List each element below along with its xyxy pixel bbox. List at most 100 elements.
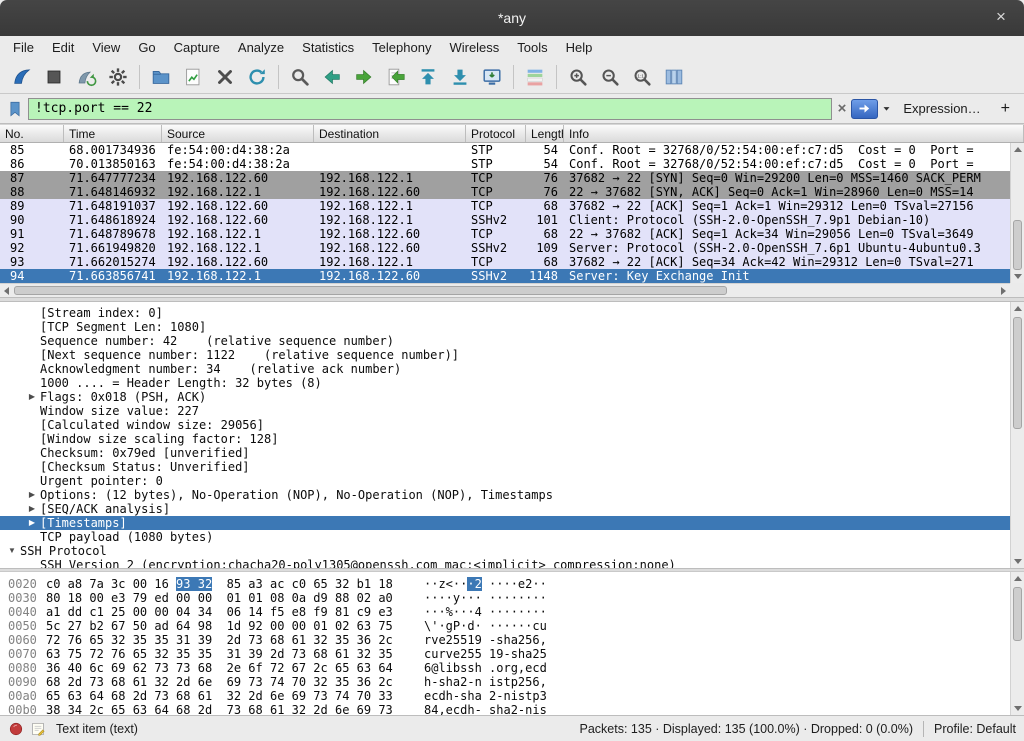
go-forward-button[interactable]: [348, 63, 380, 91]
detail-line[interactable]: [Window size scaling factor: 128]: [0, 432, 1010, 446]
go-to-packet-button[interactable]: [380, 63, 412, 91]
detail-line[interactable]: [Next sequence number: 1122 (relative se…: [0, 348, 1010, 362]
scroll-down-arrow[interactable]: [1011, 555, 1024, 568]
hex-ascii[interactable]: ····y··· ········: [424, 591, 547, 605]
hex-row[interactable]: 003080 18 00 e3 79 ed 00 00 01 01 08 0a …: [0, 591, 1010, 605]
menu-item-go[interactable]: Go: [129, 36, 164, 60]
colorize-packets-button[interactable]: [519, 63, 551, 91]
go-bottom-button[interactable]: [444, 63, 476, 91]
hex-ascii[interactable]: h-sha2-n istp256,: [424, 675, 547, 689]
detail-line[interactable]: [Calculated window size: 29056]: [0, 418, 1010, 432]
packet-row[interactable]: 9471.663856741192.168.122.1192.168.122.6…: [0, 269, 1010, 283]
hex-bytes[interactable]: 5c 27 b2 67 50 ad 64 98 1d 92 00 00 01 0…: [46, 619, 406, 633]
hex-row[interactable]: 008036 40 6c 69 62 73 73 68 2e 6f 72 67 …: [0, 661, 1010, 675]
hex-ascii[interactable]: rve25519 -sha256,: [424, 633, 547, 647]
detail-line[interactable]: Acknowledgment number: 34 (relative ack …: [0, 362, 1010, 376]
column-header-time[interactable]: Time: [64, 125, 162, 142]
zoom-out-button[interactable]: [594, 63, 626, 91]
close-file-button[interactable]: [209, 63, 241, 91]
expander-icon[interactable]: ▶: [24, 390, 40, 404]
packet-row[interactable]: 9371.662015274192.168.122.60192.168.122.…: [0, 255, 1010, 269]
hex-bytes[interactable]: a1 dd c1 25 00 00 04 34 06 14 f5 e8 f9 8…: [46, 605, 406, 619]
detail-line[interactable]: SSH Version 2 (encryption:chacha20-poly1…: [0, 558, 1010, 568]
hex-bytes[interactable]: 72 76 65 32 35 35 31 39 2d 73 68 61 32 3…: [46, 633, 406, 647]
menu-item-capture[interactable]: Capture: [165, 36, 229, 60]
scroll-down-arrow[interactable]: [1011, 270, 1024, 283]
detail-line[interactable]: ▼SSH Protocol: [0, 544, 1010, 558]
expander-icon[interactable]: ▶: [24, 502, 40, 516]
hex-bytes[interactable]: 68 2d 73 68 61 32 2d 6e 69 73 74 70 32 3…: [46, 675, 406, 689]
packet-list-vscrollbar[interactable]: [1010, 143, 1024, 283]
detail-line[interactable]: ▶[SEQ/ACK analysis]: [0, 502, 1010, 516]
hex-bytes[interactable]: 63 75 72 76 65 32 35 35 31 39 2d 73 68 6…: [46, 647, 406, 661]
resize-columns-button[interactable]: [658, 63, 690, 91]
detail-line[interactable]: Sequence number: 42 (relative sequence n…: [0, 334, 1010, 348]
zoom-in-button[interactable]: [562, 63, 594, 91]
detail-line[interactable]: [Checksum Status: Unverified]: [0, 460, 1010, 474]
packet-row[interactable]: 9271.661949820192.168.122.1192.168.122.6…: [0, 241, 1010, 255]
restart-capture-button[interactable]: [70, 63, 102, 91]
detail-line[interactable]: [TCP Segment Len: 1080]: [0, 320, 1010, 334]
detail-line[interactable]: Urgent pointer: 0: [0, 474, 1010, 488]
expander-icon[interactable]: ▼: [4, 544, 20, 558]
hex-row[interactable]: 009068 2d 73 68 61 32 2d 6e 69 73 74 70 …: [0, 675, 1010, 689]
detail-line[interactable]: ▶Flags: 0x018 (PSH, ACK): [0, 390, 1010, 404]
hex-bytes[interactable]: 36 40 6c 69 62 73 73 68 2e 6f 72 67 2c 6…: [46, 661, 406, 675]
capture-options-button[interactable]: [102, 63, 134, 91]
detail-line[interactable]: [Stream index: 0]: [0, 306, 1010, 320]
scroll-up-arrow[interactable]: [1011, 572, 1024, 585]
column-header-source[interactable]: Source: [162, 125, 314, 142]
detail-vscrollbar[interactable]: [1010, 302, 1024, 568]
stop-capture-button[interactable]: [38, 63, 70, 91]
hex-ascii[interactable]: ecdh-sha 2-nistp3: [424, 689, 547, 703]
hex-ascii[interactable]: 6@libssh .org,ecd: [424, 661, 547, 675]
expression-button[interactable]: Expression…: [903, 101, 980, 116]
detail-line[interactable]: Window size value: 227: [0, 404, 1010, 418]
column-header-no[interactable]: No.: [0, 125, 64, 142]
auto-scroll-button[interactable]: [476, 63, 508, 91]
menu-item-telephony[interactable]: Telephony: [363, 36, 440, 60]
detail-line[interactable]: ▶Options: (12 bytes), No-Operation (NOP)…: [0, 488, 1010, 502]
zoom-original-button[interactable]: 1:1: [626, 63, 658, 91]
expander-icon[interactable]: ▶: [24, 488, 40, 502]
scroll-left-arrow[interactable]: [0, 284, 13, 297]
detail-line[interactable]: ▶[Timestamps]: [0, 516, 1010, 530]
titlebar[interactable]: *any ×: [0, 0, 1024, 36]
hex-ascii[interactable]: ··z<···2 ····e2··: [424, 577, 547, 591]
column-header-protocol[interactable]: Protocol: [466, 125, 526, 142]
find-packet-button[interactable]: [284, 63, 316, 91]
start-capture-button[interactable]: [6, 63, 38, 91]
hex-bytes[interactable]: c0 a8 7a 3c 00 16 93 32 85 a3 ac c0 65 3…: [46, 577, 406, 591]
menu-item-analyze[interactable]: Analyze: [229, 36, 293, 60]
menu-item-file[interactable]: File: [4, 36, 43, 60]
hex-bytes[interactable]: 65 63 64 68 2d 73 68 61 32 2d 6e 69 73 7…: [46, 689, 406, 703]
scroll-thumb[interactable]: [1013, 317, 1022, 429]
hex-row[interactable]: 00505c 27 b2 67 50 ad 64 98 1d 92 00 00 …: [0, 619, 1010, 633]
packet-row[interactable]: 9071.648618924192.168.122.60192.168.122.…: [0, 213, 1010, 227]
hex-bytes[interactable]: 38 34 2c 65 63 64 68 2d 73 68 61 32 2d 6…: [46, 703, 406, 715]
bytes-vscrollbar[interactable]: [1010, 572, 1024, 715]
hex-ascii[interactable]: 84,ecdh- sha2-nis: [424, 703, 547, 715]
scroll-up-arrow[interactable]: [1011, 302, 1024, 315]
hex-bytes[interactable]: 80 18 00 e3 79 ed 00 00 01 01 08 0a d9 8…: [46, 591, 406, 605]
menu-item-wireless[interactable]: Wireless: [440, 36, 508, 60]
scroll-right-arrow[interactable]: [997, 284, 1010, 297]
packet-row[interactable]: 9171.648789678192.168.122.1192.168.122.6…: [0, 227, 1010, 241]
filter-dropdown-caret[interactable]: [880, 102, 893, 115]
column-header-info[interactable]: Info: [564, 125, 1024, 142]
hex-row[interactable]: 006072 76 65 32 35 35 31 39 2d 73 68 61 …: [0, 633, 1010, 647]
detail-line[interactable]: TCP payload (1080 bytes): [0, 530, 1010, 544]
menu-item-view[interactable]: View: [83, 36, 129, 60]
close-button[interactable]: ×: [990, 7, 1012, 27]
column-header-destination[interactable]: Destination: [314, 125, 466, 142]
menu-item-edit[interactable]: Edit: [43, 36, 83, 60]
hex-row[interactable]: 0040a1 dd c1 25 00 00 04 34 06 14 f5 e8 …: [0, 605, 1010, 619]
capture-comment-icon[interactable]: [30, 721, 46, 737]
hex-row[interactable]: 00b038 34 2c 65 63 64 68 2d 73 68 61 32 …: [0, 703, 1010, 715]
open-file-button[interactable]: [145, 63, 177, 91]
hex-row[interactable]: 007063 75 72 76 65 32 35 35 31 39 2d 73 …: [0, 647, 1010, 661]
go-top-button[interactable]: [412, 63, 444, 91]
scroll-thumb[interactable]: [1013, 220, 1022, 270]
scroll-down-arrow[interactable]: [1011, 702, 1024, 715]
packet-row[interactable]: 8771.647777234192.168.122.60192.168.122.…: [0, 171, 1010, 185]
